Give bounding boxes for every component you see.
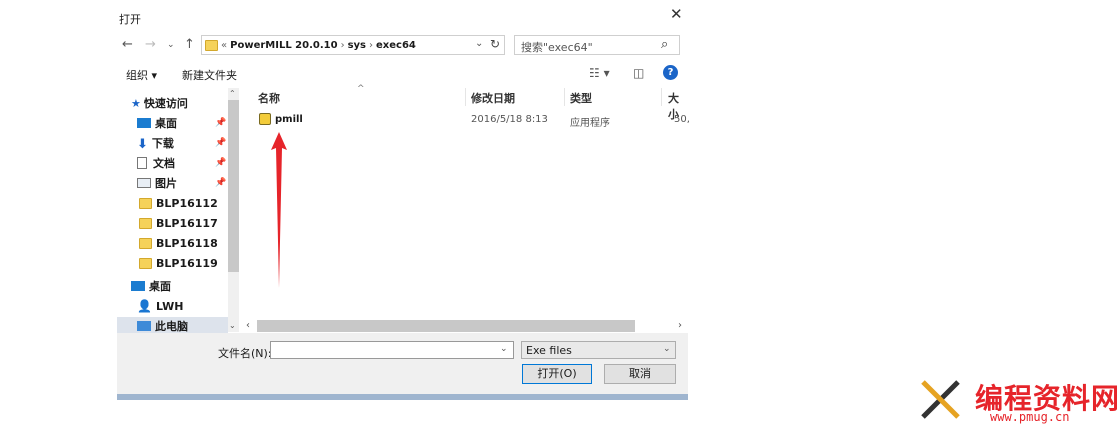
filetype-select[interactable]: Exe files — [521, 341, 676, 359]
breadcrumb-powermill[interactable]: PowerMILL 20.0.10 — [230, 40, 337, 51]
nav-item-desktop-root[interactable]: 桌面 — [131, 277, 171, 295]
overflow-chevron[interactable]: « — [221, 40, 227, 51]
nav-item-blp16118[interactable]: BLP16118 — [139, 234, 218, 252]
breadcrumb-exec64[interactable]: exec64 — [376, 40, 416, 51]
pin-icon[interactable]: 📌 — [215, 118, 226, 128]
column-divider[interactable] — [465, 88, 466, 106]
red-arrow-annotation — [271, 132, 287, 288]
breadcrumb-separator-icon: › — [369, 39, 373, 51]
user-icon: 👤 — [137, 299, 152, 313]
nav-item-blp16112[interactable]: BLP16112 — [139, 194, 218, 212]
recent-locations-dropdown-icon[interactable]: ⌄ — [167, 40, 175, 50]
picture-icon — [137, 178, 151, 188]
folder-icon — [139, 197, 152, 209]
close-icon[interactable]: ✕ — [670, 7, 683, 22]
column-divider[interactable] — [661, 88, 662, 106]
folder-icon — [139, 237, 152, 249]
navigation-pane: ★ 快速访问 桌面 📌 ⬇ 下载 📌 文档 📌 图片 📌 BLP16112 BL… — [117, 87, 239, 335]
tools-logo-icon — [921, 380, 960, 419]
nav-item-blp16119[interactable]: BLP16119 — [139, 254, 218, 272]
search-input[interactable]: 搜索"exec64" — [514, 35, 680, 55]
scroll-right-icon[interactable]: › — [678, 320, 682, 331]
nav-item-desktop[interactable]: 桌面 — [137, 114, 177, 132]
horizontal-scrollbar-thumb[interactable] — [257, 320, 635, 332]
window-title: 打开 — [119, 13, 141, 26]
filename-label: 文件名(N): — [218, 347, 272, 360]
pin-icon[interactable]: 📌 — [215, 138, 226, 148]
column-header-date[interactable]: 修改日期 — [471, 90, 515, 106]
filename-dropdown-icon[interactable]: ⌄ — [500, 344, 508, 354]
arrow-shape — [271, 132, 287, 288]
back-arrow-icon[interactable]: ← — [122, 37, 133, 52]
address-bar[interactable]: « PowerMILL 20.0.10 › sys › exec64 — [201, 35, 505, 55]
address-dropdown-icon[interactable]: ⌄ — [475, 38, 483, 49]
scroll-down-icon[interactable]: ⌄ — [229, 321, 236, 330]
sort-ascending-icon: ^ — [357, 84, 365, 94]
folder-icon — [205, 39, 218, 51]
open-file-dialog: 打开 ✕ ← → ⌄ ↑ « PowerMILL 20.0.10 › sys ›… — [117, 0, 690, 400]
view-options-icon[interactable]: ☷ ▾ — [589, 66, 610, 80]
pin-icon[interactable]: 📌 — [215, 178, 226, 188]
desktop-icon — [131, 281, 145, 291]
document-icon — [137, 157, 147, 169]
download-arrow-icon: ⬇ — [137, 137, 148, 152]
file-date: 2016/5/18 8:13 — [471, 114, 548, 125]
file-type: 应用程序 — [570, 118, 610, 129]
file-size: 50, — [674, 114, 690, 125]
organize-menu[interactable]: 组织 ▾ — [126, 67, 157, 83]
search-icon[interactable]: ⌕ — [661, 37, 668, 52]
breadcrumb-separator-icon: › — [340, 39, 345, 51]
scroll-left-icon[interactable]: ‹ — [246, 320, 250, 331]
filename-input[interactable] — [270, 341, 514, 359]
footer-border — [117, 394, 688, 400]
column-divider[interactable] — [564, 88, 565, 106]
pin-icon[interactable]: 📌 — [215, 158, 226, 168]
watermark-url: www.pmug.cn — [990, 410, 1070, 424]
pmill-app-icon — [259, 113, 271, 125]
preview-pane-icon[interactable]: ◫ — [633, 66, 644, 80]
up-arrow-icon[interactable]: ↑ — [184, 37, 195, 52]
breadcrumb-sys[interactable]: sys — [348, 40, 366, 51]
nav-scrollbar-thumb[interactable] — [228, 100, 239, 272]
computer-icon — [137, 321, 151, 331]
folder-icon — [139, 217, 152, 229]
column-header-type[interactable]: 类型 — [570, 90, 592, 106]
nav-item-downloads[interactable]: ⬇ 下载 — [137, 134, 174, 152]
star-icon: ★ — [131, 96, 141, 110]
nav-item-lwh[interactable]: 👤 LWH — [137, 297, 183, 315]
open-button[interactable]: 打开(O) — [522, 364, 592, 384]
desktop-icon — [137, 118, 151, 128]
folder-icon — [139, 257, 152, 269]
new-folder-button[interactable]: 新建文件夹 — [182, 67, 237, 83]
column-header-name[interactable]: 名称 — [258, 90, 280, 106]
nav-item-documents[interactable]: 文档 — [137, 154, 175, 172]
help-icon[interactable]: ? — [663, 65, 678, 80]
scroll-up-icon[interactable]: ⌃ — [229, 89, 236, 98]
nav-item-pictures[interactable]: 图片 — [137, 174, 177, 192]
refresh-icon[interactable]: ↻ — [490, 37, 500, 51]
filetype-dropdown-icon[interactable]: ⌄ — [663, 344, 671, 354]
cancel-button[interactable]: 取消 — [604, 364, 676, 384]
file-name[interactable]: pmill — [275, 114, 303, 125]
forward-arrow-icon[interactable]: → — [145, 37, 156, 52]
nav-quick-access[interactable]: ★ 快速访问 — [131, 94, 188, 112]
nav-item-blp16117[interactable]: BLP16117 — [139, 214, 218, 232]
